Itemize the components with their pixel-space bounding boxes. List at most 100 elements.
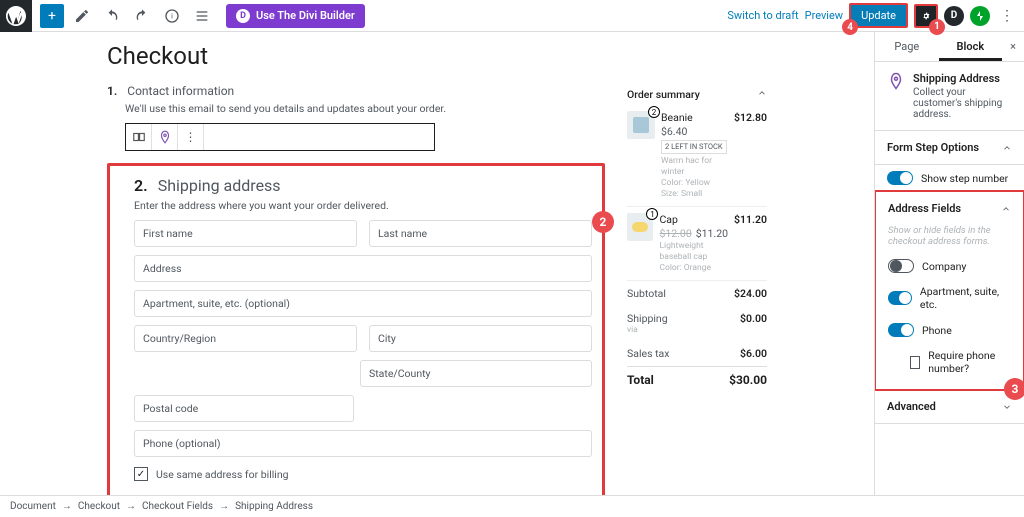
country-field[interactable]: Country/Region	[134, 325, 357, 352]
shipping-value: $0.00	[740, 312, 767, 325]
block-more-icon[interactable]: ⋮	[178, 124, 204, 150]
apartment-field[interactable]: Apartment, suite, etc. (optional)	[134, 290, 592, 317]
undo-icon[interactable]	[100, 4, 124, 28]
step-2-number: 2.	[134, 176, 148, 195]
item-1-name: Beanie	[661, 111, 728, 125]
edit-mode-icon[interactable]	[70, 4, 94, 28]
tax-value: $6.00	[740, 347, 767, 360]
divi-builder-button[interactable]: D Use The Divi Builder	[226, 4, 365, 28]
divi-logo-icon: D	[236, 9, 250, 23]
step-1-desc: We'll use this email to send you details…	[125, 102, 605, 115]
item-1-meta2: Color: Yellow	[661, 178, 728, 189]
item-1-old: $6.40	[661, 125, 728, 139]
shipping-address-icon	[887, 72, 905, 93]
redo-icon[interactable]	[130, 4, 154, 28]
update-button[interactable]: Update 4	[849, 3, 908, 28]
wp-logo-icon[interactable]	[0, 0, 32, 32]
annotation-3-marker: 3	[1004, 378, 1024, 400]
tax-label: Sales tax	[627, 347, 669, 360]
same-billing-checkbox[interactable]	[134, 467, 148, 481]
address-field[interactable]: Address	[134, 255, 592, 282]
subtotal-label: Subtotal	[627, 287, 666, 300]
show-step-number-label: Show step number	[921, 172, 1008, 185]
total-label: Total	[627, 373, 654, 387]
require-phone-checkbox[interactable]	[910, 356, 920, 369]
step-2-desc: Enter the address where you want your or…	[134, 199, 592, 212]
last-name-field[interactable]: Last name	[369, 220, 592, 247]
close-sidebar-button[interactable]: ×	[1002, 32, 1024, 61]
crumb-shipping-address[interactable]: Shipping Address	[235, 501, 313, 512]
block-type-icon[interactable]	[152, 124, 178, 150]
divi-badge-icon[interactable]: D	[944, 6, 964, 26]
jetpack-icon[interactable]	[970, 6, 990, 26]
chevron-up-icon[interactable]	[757, 88, 767, 98]
city-field[interactable]: City	[369, 325, 592, 352]
state-field[interactable]: State/County	[360, 360, 592, 387]
update-button-label: Update	[861, 9, 896, 22]
company-toggle[interactable]	[888, 259, 914, 273]
settings-button[interactable]: 1	[914, 4, 938, 28]
shipping-label: Shipping	[627, 312, 668, 325]
item-1-meta3: Size: Small	[661, 189, 728, 200]
summary-title: Order summary	[627, 88, 700, 101]
top-toolbar: + i D Use The Divi Builder Switch to dra…	[0, 0, 1024, 32]
item-1-stock: 2 LEFT IN STOCK	[661, 140, 727, 154]
tab-page[interactable]: Page	[875, 32, 939, 61]
info-icon[interactable]: i	[160, 4, 184, 28]
page-title[interactable]: Checkout	[107, 42, 767, 70]
form-step-title: Form Step Options	[887, 141, 979, 154]
tab-block[interactable]: Block	[939, 32, 1003, 61]
advanced-header[interactable]: Advanced	[875, 390, 1024, 424]
crumb-checkout[interactable]: Checkout	[78, 501, 120, 512]
svg-text:i: i	[171, 11, 173, 20]
product-thumb-icon: 1	[627, 213, 653, 241]
item-2-meta2: Color: Orange	[659, 263, 728, 274]
address-fields-panel: 3 Address Fields Show or hide fields in …	[874, 190, 1024, 391]
add-block-button[interactable]: +	[40, 4, 64, 28]
item-2-meta1: Lightweight baseball cap	[659, 241, 728, 263]
order-summary: Order summary 2 Beanie $6.40 2 LEFT IN S…	[627, 84, 767, 393]
block-card-title: Shipping Address	[913, 72, 1012, 85]
shipping-address-block-selected[interactable]: 2 2. Shipping address Enter the address …	[107, 163, 605, 495]
show-step-number-toggle[interactable]	[887, 171, 913, 185]
phone-toggle[interactable]	[888, 323, 914, 337]
crumb-checkout-fields[interactable]: Checkout Fields	[142, 501, 213, 512]
editor-canvas: Checkout 1. Contact information We'll us…	[0, 32, 874, 495]
block-card-desc: Collect your customer's shipping address…	[913, 87, 1012, 120]
address-fields-header[interactable]: Address Fields	[876, 192, 1023, 225]
form-step-options-header[interactable]: Form Step Options	[875, 131, 1024, 165]
same-billing-label: Use same address for billing	[156, 468, 289, 481]
phone-field[interactable]: Phone (optional)	[134, 430, 592, 457]
item-2-name: Cap	[659, 213, 728, 227]
product-thumb-icon: 2	[627, 111, 655, 139]
block-breadcrumb: Document→ Checkout→ Checkout Fields→ Shi…	[0, 495, 1024, 517]
step-contact-info: 1. Contact information We'll use this em…	[107, 84, 605, 151]
settings-sidebar: Page Block × Shipping Address Collect yo…	[874, 32, 1024, 495]
divi-button-label: Use The Divi Builder	[256, 9, 355, 22]
postal-code-field[interactable]: Postal code	[134, 395, 354, 422]
item-2-old: $12.00	[659, 227, 691, 240]
item-1-meta1: Warm hac for winter	[661, 156, 728, 178]
item-2-now: $11.20	[696, 227, 728, 240]
address-fields-title: Address Fields	[888, 202, 961, 215]
address-fields-hint: Show or hide fields in the checkout addr…	[876, 225, 1023, 253]
apartment-label: Apartment, suite, etc.	[920, 285, 1011, 311]
apartment-toggle[interactable]	[888, 291, 912, 305]
shipping-via: via	[627, 325, 668, 335]
advanced-title: Advanced	[887, 400, 936, 413]
item-2-price: $11.20	[734, 213, 767, 273]
block-drag-handle-icon[interactable]	[126, 124, 152, 150]
chevron-down-icon	[1002, 402, 1012, 412]
switch-to-draft-link[interactable]: Switch to draft	[727, 9, 798, 22]
step-2-title: Shipping address	[158, 176, 281, 195]
block-toolbar: ⋮	[125, 123, 435, 151]
crumb-document[interactable]: Document	[10, 501, 56, 512]
more-menu-button[interactable]: ⋮	[996, 8, 1018, 24]
item-1-price: $12.80	[734, 111, 767, 200]
subtotal-value: $24.00	[734, 287, 767, 300]
list-view-icon[interactable]	[190, 4, 214, 28]
block-card: Shipping Address Collect your customer's…	[875, 62, 1024, 131]
preview-link[interactable]: Preview	[805, 9, 843, 22]
first-name-field[interactable]: First name	[134, 220, 357, 247]
total-value: $30.00	[729, 373, 767, 387]
